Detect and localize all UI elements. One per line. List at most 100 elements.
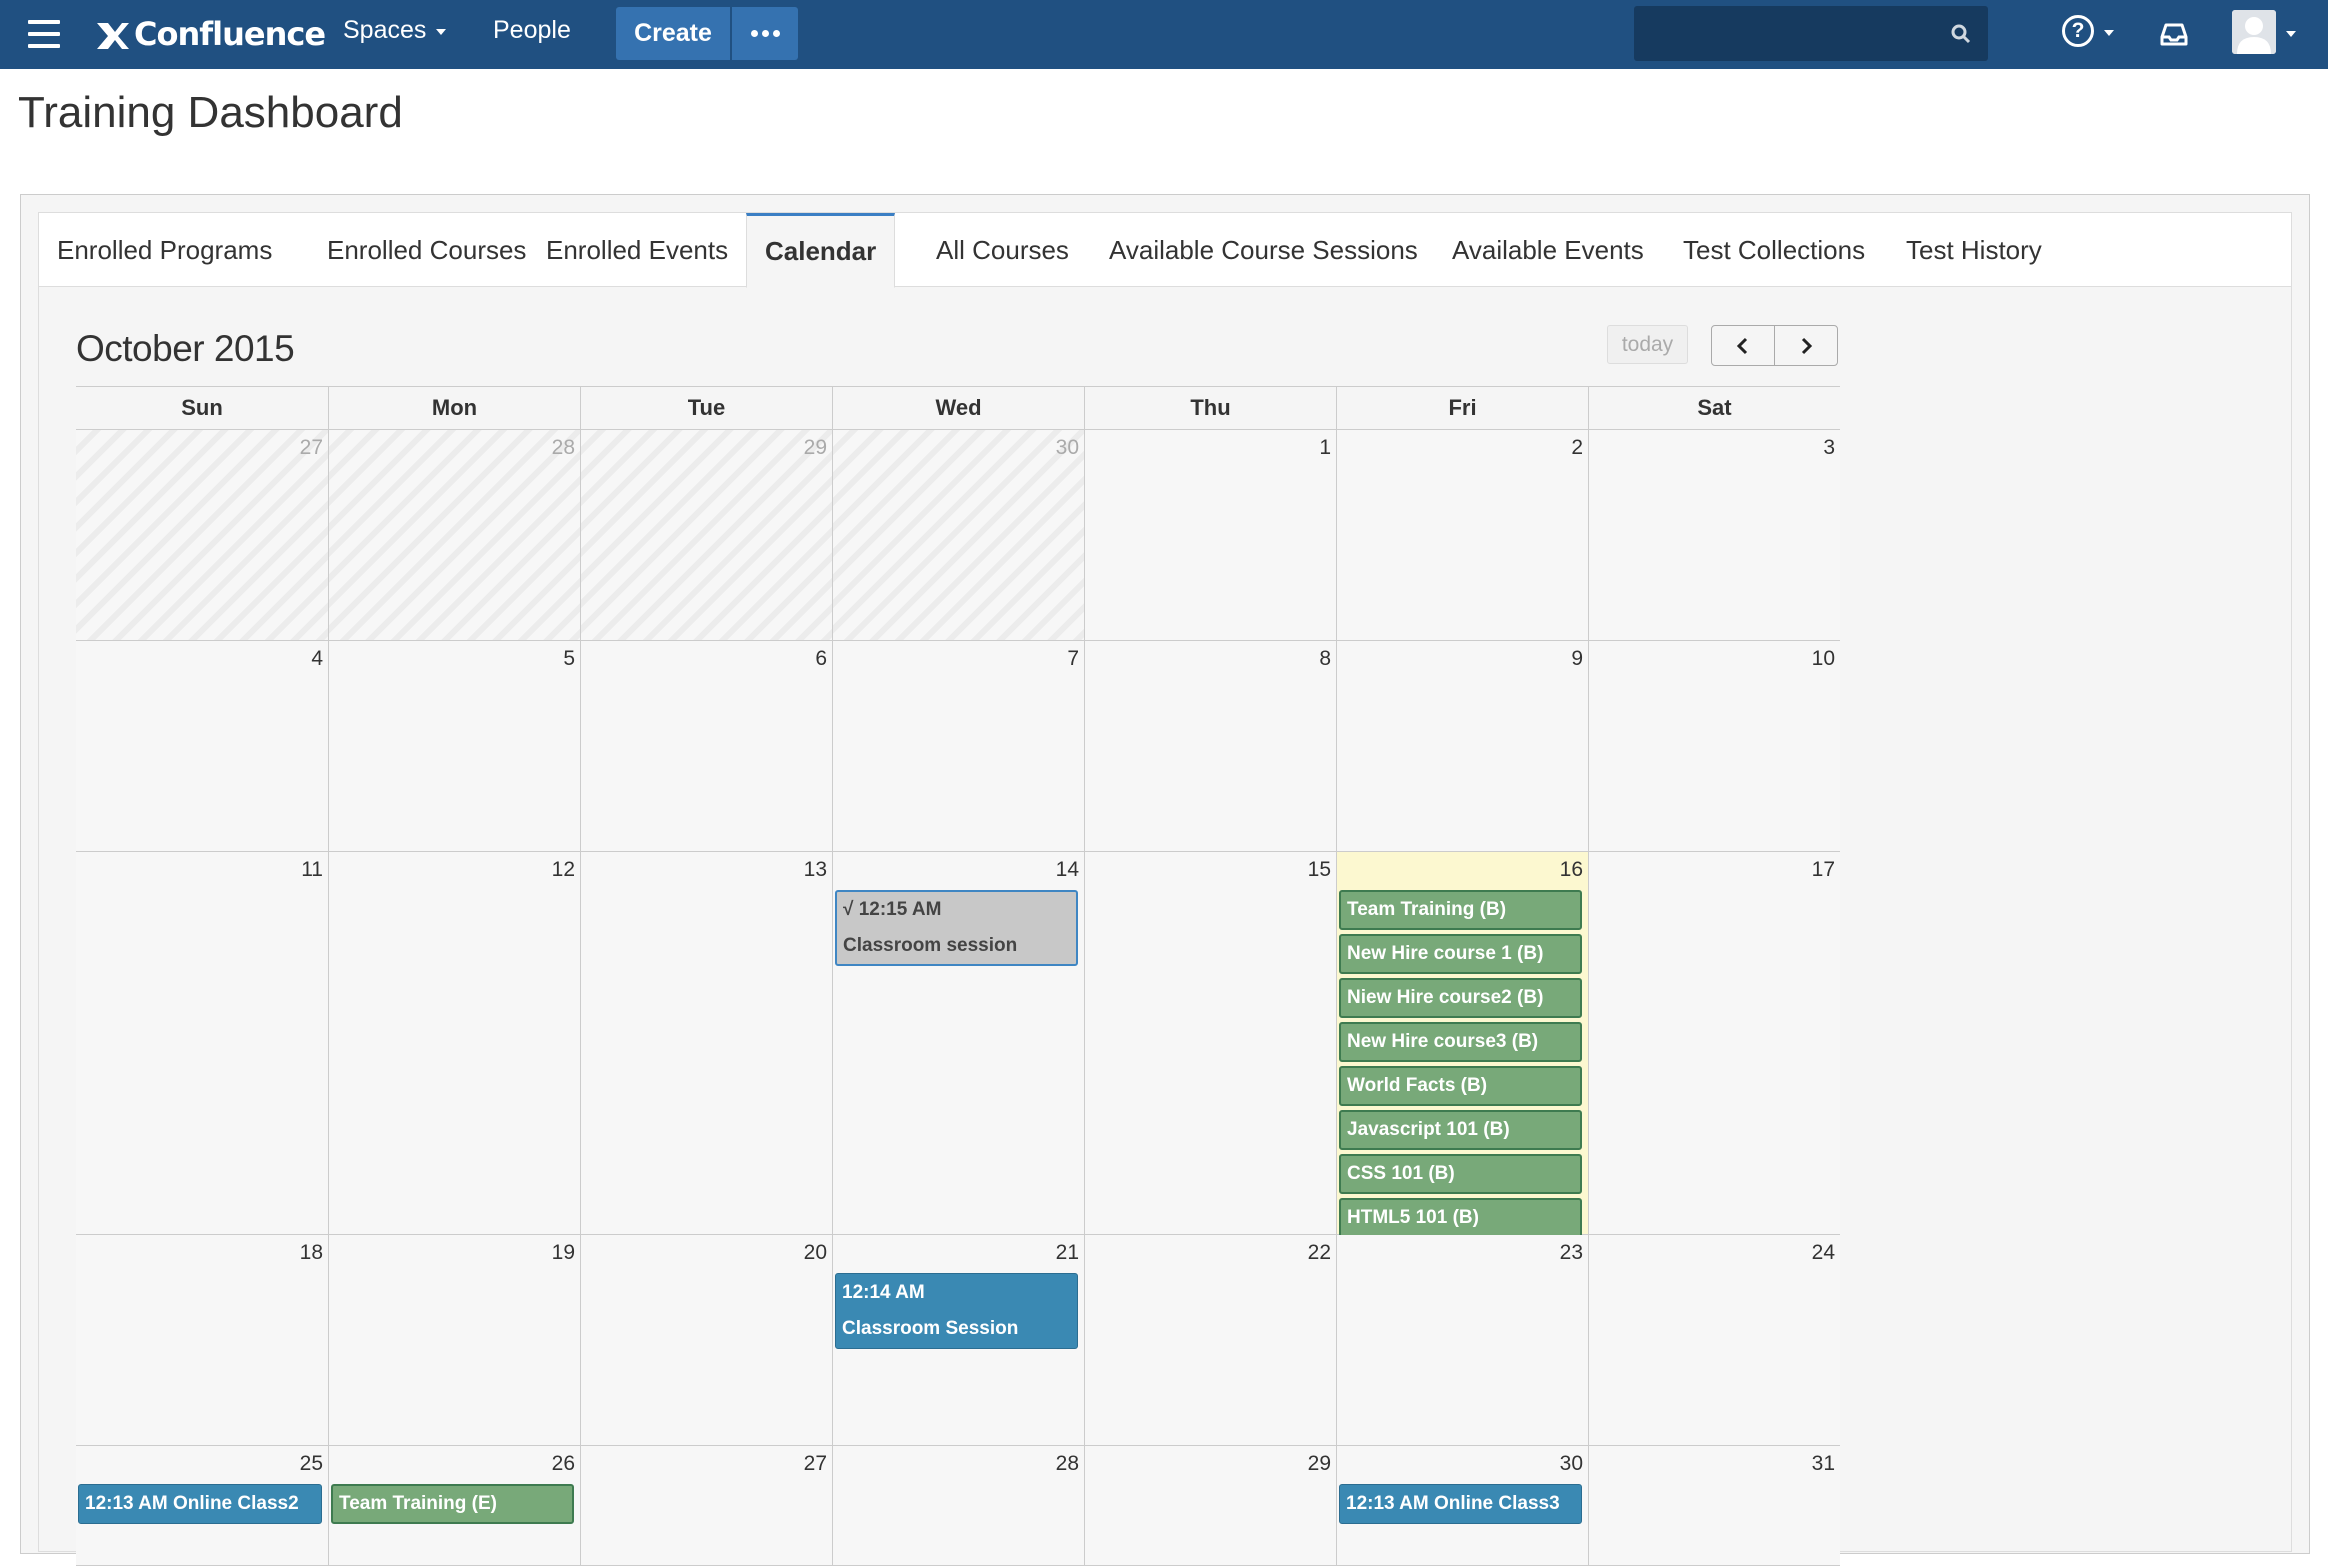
calendar-event[interactable]: 12:13 AM Online Class3 (1339, 1484, 1582, 1524)
calendar-day[interactable]: 15 (1084, 852, 1336, 1234)
next-month-button[interactable] (1774, 325, 1838, 366)
search-icon[interactable] (1950, 23, 1972, 45)
day-number: 22 (1307, 1241, 1331, 1264)
day-number: 3 (1823, 436, 1835, 459)
tab-test-history[interactable]: Test History (1888, 213, 2060, 287)
calendar-day[interactable]: 6 (580, 641, 832, 851)
calendar-day[interactable]: 25 12:13 AM Online Class2 (76, 1446, 328, 1565)
calendar-event[interactable]: New Hire course3 (B) (1339, 1022, 1582, 1062)
calendar-day[interactable]: 13 (580, 852, 832, 1234)
day-events: 12:13 AM Online Class2 (78, 1484, 322, 1528)
today-button[interactable]: today (1607, 325, 1688, 364)
day-number: 31 (1811, 1452, 1835, 1475)
confluence-logo[interactable]: Confluence (94, 10, 326, 58)
calendar-day[interactable]: 21 12:14 AM Classroom Session (832, 1235, 1084, 1445)
day-number: 15 (1307, 858, 1331, 881)
notifications-icon[interactable] (2157, 17, 2191, 51)
calendar-event[interactable]: Team Training (E) (331, 1484, 574, 1524)
user-menu[interactable] (2232, 10, 2296, 54)
top-navigation-bar: Confluence Spaces People Create ? (0, 0, 2328, 69)
calendar-day[interactable]: 27 (76, 430, 328, 640)
calendar-day[interactable]: 1 (1084, 430, 1336, 640)
day-of-week-mon: Mon (328, 387, 580, 429)
calendar-day-today[interactable]: 16 Team Training (B) New Hire course 1 (B)… (1336, 852, 1588, 1238)
event-time: √ 12:15 AM (843, 899, 942, 920)
previous-month-button[interactable] (1711, 325, 1775, 366)
tab-enrolled-programs[interactable]: Enrolled Programs (39, 213, 290, 287)
chevron-left-icon (1736, 337, 1748, 354)
calendar-day[interactable]: 18 (76, 1235, 328, 1445)
calendar-day[interactable]: 5 (328, 641, 580, 851)
day-number: 17 (1811, 858, 1835, 881)
calendar-event[interactable]: Javascript 101 (B) (1339, 1110, 1582, 1150)
day-of-week-sat: Sat (1588, 387, 1840, 429)
help-menu[interactable]: ? (2062, 15, 2114, 47)
ellipsis-icon (749, 30, 782, 37)
day-events: Team Training (B) New Hire course 1 (B) Ni… (1339, 890, 1582, 1242)
calendar-event[interactable]: CSS 101 (B) (1339, 1154, 1582, 1194)
calendar-event[interactable]: 12:14 AM Classroom Session (835, 1273, 1078, 1349)
calendar-day[interactable]: 30 (832, 430, 1084, 640)
calendar-day[interactable]: 11 (76, 852, 328, 1234)
day-events: 12:14 AM Classroom Session (835, 1273, 1078, 1353)
day-number: 7 (1067, 647, 1079, 670)
search-input[interactable] (1634, 6, 1988, 61)
calendar-day[interactable]: 28 (328, 430, 580, 640)
calendar-day[interactable]: 22 (1084, 1235, 1336, 1445)
calendar-day[interactable]: 31 (1588, 1446, 1840, 1565)
calendar-day[interactable]: 4 (76, 641, 328, 851)
avatar (2232, 10, 2276, 54)
calendar-day[interactable]: 29 (1084, 1446, 1336, 1565)
calendar-day[interactable]: 23 (1336, 1235, 1588, 1445)
tab-available-events[interactable]: Available Events (1434, 213, 1662, 287)
day-number: 23 (1559, 1241, 1583, 1264)
calendar-day[interactable]: 10 (1588, 641, 1840, 851)
day-number: 30 (1559, 1452, 1583, 1475)
calendar-grid: Sun Mon Tue Wed Thu Fri Sat 27 28 29 30 1 2 3 4 5 6 7 8 9 1… (76, 386, 1840, 1566)
calendar-week: 27 28 29 30 1 2 3 (76, 430, 1840, 641)
calendar-event[interactable]: Niew Hire course2 (B) (1339, 978, 1582, 1018)
more-options-button[interactable] (732, 7, 798, 60)
day-number: 16 (1559, 858, 1583, 881)
calendar-day[interactable]: 26 Team Training (E) (328, 1446, 580, 1565)
tab-all-courses[interactable]: All Courses (918, 213, 1087, 287)
calendar-event[interactable]: World Facts (B) (1339, 1066, 1582, 1106)
calendar-day[interactable]: 24 (1588, 1235, 1840, 1445)
calendar-event[interactable]: HTML5 101 (B) (1339, 1198, 1582, 1238)
calendar-day[interactable]: 29 (580, 430, 832, 640)
calendar-day[interactable]: 8 (1084, 641, 1336, 851)
tab-calendar[interactable]: Calendar (746, 213, 896, 288)
calendar-week: 4 5 6 7 8 9 10 (76, 641, 1840, 852)
calendar-day[interactable]: 12 (328, 852, 580, 1234)
calendar-day[interactable]: 17 (1588, 852, 1840, 1234)
calendar-event[interactable]: Team Training (B) (1339, 890, 1582, 930)
tab-test-collections[interactable]: Test Collections (1665, 213, 1883, 287)
day-number: 29 (803, 436, 827, 459)
menu-icon[interactable] (28, 20, 60, 48)
tab-available-course-sessions[interactable]: Available Course Sessions (1091, 213, 1436, 287)
day-number: 9 (1571, 647, 1583, 670)
calendar-day[interactable]: 19 (328, 1235, 580, 1445)
day-of-week-thu: Thu (1084, 387, 1336, 429)
create-button[interactable]: Create (616, 7, 730, 60)
spaces-menu[interactable]: Spaces (343, 16, 447, 45)
calendar-event[interactable]: New Hire course 1 (B) (1339, 934, 1582, 974)
calendar-day[interactable]: 28 (832, 1446, 1084, 1565)
tab-bar: Enrolled Programs Enrolled Courses Enrol… (39, 213, 2291, 288)
calendar-day[interactable]: 3 (1588, 430, 1840, 640)
calendar-day[interactable]: 30 12:13 AM Online Class3 (1336, 1446, 1588, 1565)
calendar-event[interactable]: √ 12:15 AM Classroom session (835, 890, 1078, 966)
calendar-event[interactable]: 12:13 AM Online Class2 (78, 1484, 322, 1524)
calendar-day[interactable]: 7 (832, 641, 1084, 851)
calendar-day[interactable]: 9 (1336, 641, 1588, 851)
day-number: 1 (1319, 436, 1331, 459)
day-number: 28 (1055, 1452, 1079, 1475)
calendar-day[interactable]: 20 (580, 1235, 832, 1445)
people-link[interactable]: People (493, 16, 571, 45)
tab-enrolled-events[interactable]: Enrolled Events (528, 213, 746, 287)
calendar-day[interactable]: 27 (580, 1446, 832, 1565)
calendar-day[interactable]: 2 (1336, 430, 1588, 640)
calendar-day[interactable]: 14 √ 12:15 AM Classroom session (832, 852, 1084, 1234)
search-box[interactable] (1634, 6, 1988, 61)
tab-enrolled-courses[interactable]: Enrolled Courses (309, 213, 544, 287)
